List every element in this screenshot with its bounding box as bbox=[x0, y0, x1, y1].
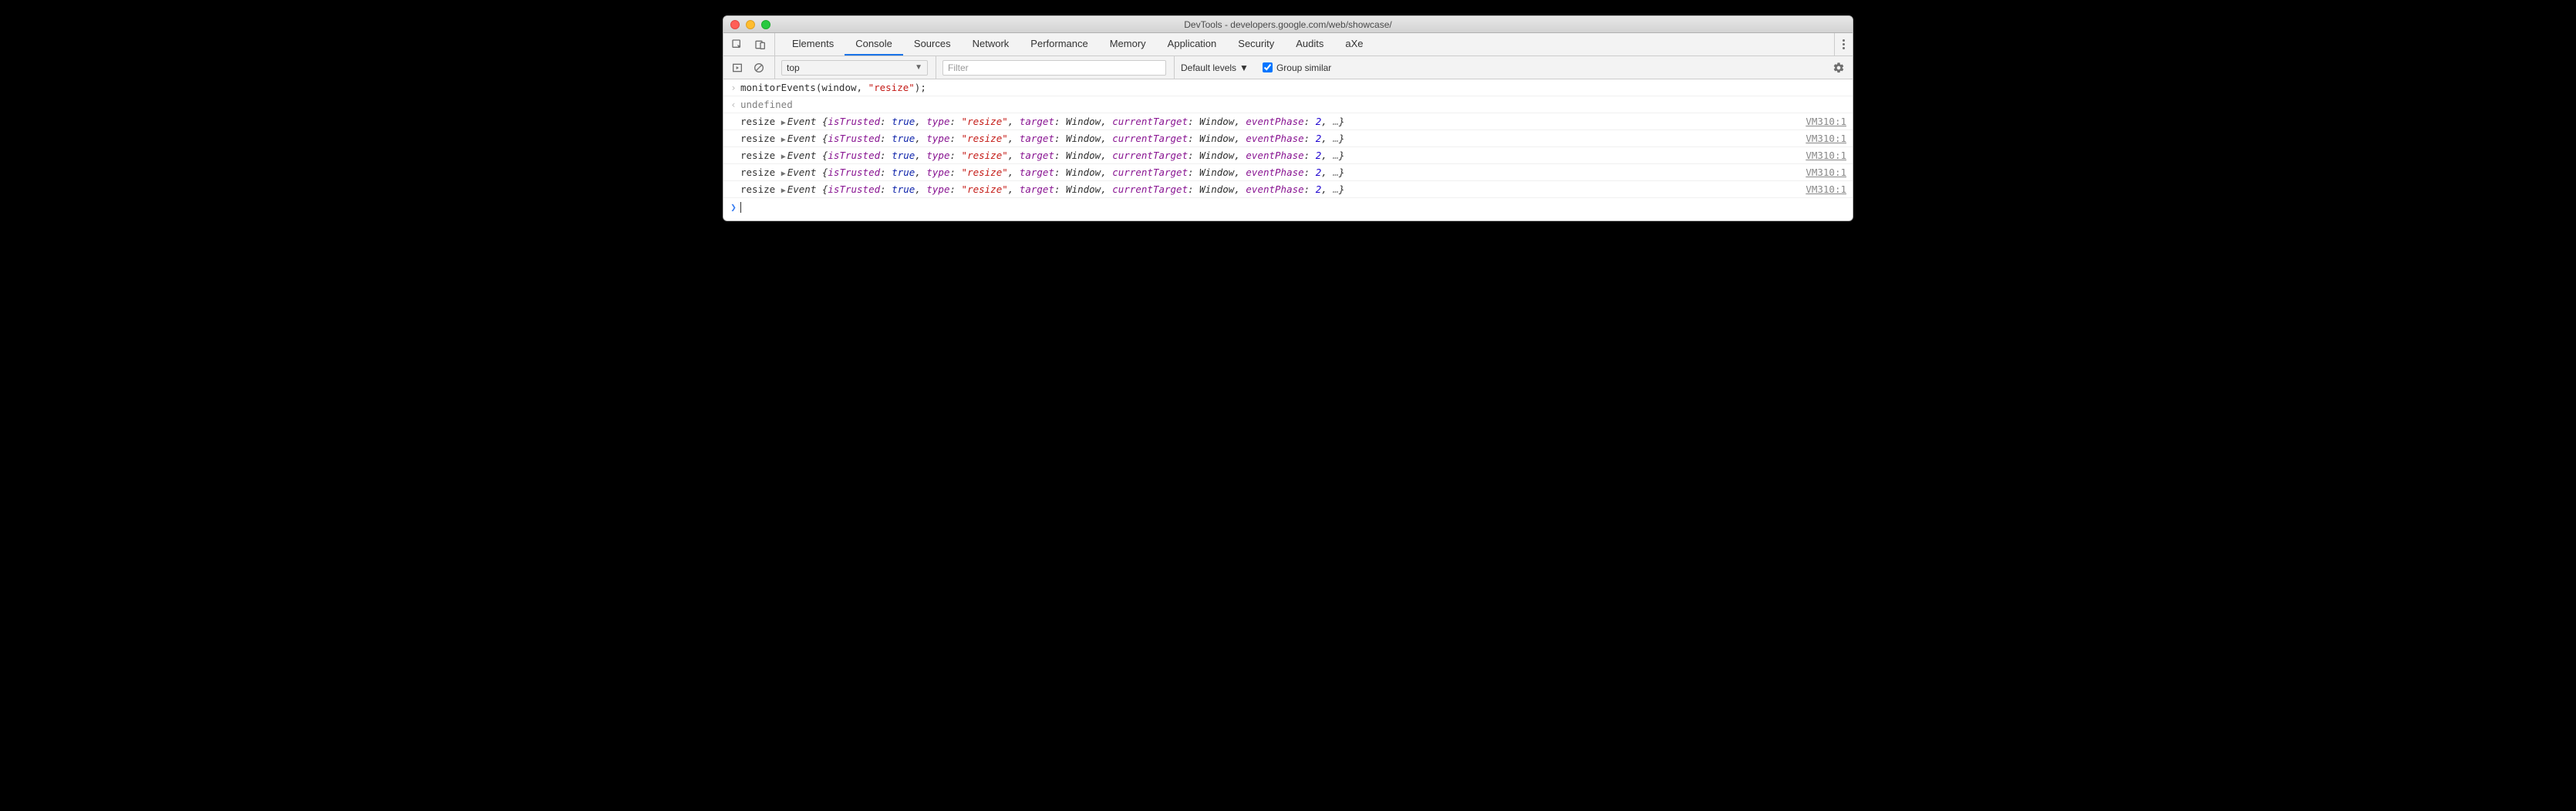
console-settings-icon[interactable] bbox=[1831, 60, 1846, 76]
source-link[interactable]: VM310:1 bbox=[1798, 150, 1846, 161]
tab-security[interactable]: Security bbox=[1227, 33, 1285, 56]
console-return-row: ‹ undefined bbox=[723, 96, 1853, 113]
source-link[interactable]: VM310:1 bbox=[1798, 133, 1846, 144]
input-chevron-icon: › bbox=[727, 82, 740, 93]
console-output: › monitorEvents(window, "resize"); ‹ und… bbox=[723, 79, 1853, 220]
log-content[interactable]: resize ▶Event {isTrusted: true, type: "r… bbox=[740, 133, 1798, 144]
console-log-row: resize ▶Event {isTrusted: true, type: "r… bbox=[723, 130, 1853, 147]
source-link[interactable]: VM310:1 bbox=[1798, 167, 1846, 178]
group-similar-input[interactable] bbox=[1263, 62, 1273, 72]
log-content[interactable]: resize ▶Event {isTrusted: true, type: "r… bbox=[740, 116, 1798, 127]
chevron-down-icon: ▼ bbox=[1239, 62, 1249, 73]
source-link[interactable]: VM310:1 bbox=[1798, 183, 1846, 195]
disclosure-triangle-icon[interactable]: ▶ bbox=[781, 170, 787, 178]
console-log-row: resize ▶Event {isTrusted: true, type: "r… bbox=[723, 147, 1853, 164]
device-toolbar-icon[interactable] bbox=[753, 37, 768, 52]
tabs-right-tools bbox=[1834, 33, 1853, 56]
tab-application[interactable]: Application bbox=[1157, 33, 1228, 56]
group-similar-label: Group similar bbox=[1276, 62, 1331, 73]
tab-memory[interactable]: Memory bbox=[1099, 33, 1157, 56]
return-value: undefined bbox=[740, 99, 793, 110]
output-arrow-icon: ‹ bbox=[727, 99, 740, 110]
console-log-row: resize ▶Event {isTrusted: true, type: "r… bbox=[723, 164, 1853, 181]
window-title: DevTools - developers.google.com/web/sho… bbox=[723, 19, 1853, 30]
more-options-icon[interactable] bbox=[1843, 39, 1845, 49]
window-controls bbox=[730, 20, 770, 29]
console-prompt[interactable]: ❯ bbox=[723, 198, 1853, 220]
devtools-window: DevTools - developers.google.com/web/sho… bbox=[723, 15, 1853, 221]
log-levels-label: Default levels bbox=[1181, 62, 1236, 73]
clear-console-icon[interactable] bbox=[751, 60, 767, 76]
filter-input[interactable] bbox=[942, 60, 1166, 76]
tab-console[interactable]: Console bbox=[845, 33, 903, 56]
inspect-element-icon[interactable] bbox=[730, 37, 745, 52]
execution-context-select[interactable]: top ▼ bbox=[781, 60, 928, 76]
tabs-left-tools bbox=[723, 33, 775, 56]
close-window-button[interactable] bbox=[730, 20, 740, 29]
text-caret bbox=[740, 202, 741, 213]
source-link[interactable]: VM310:1 bbox=[1798, 116, 1846, 127]
chevron-down-icon: ▼ bbox=[915, 63, 922, 72]
tab-performance[interactable]: Performance bbox=[1020, 33, 1098, 56]
minimize-window-button[interactable] bbox=[746, 20, 755, 29]
panel-tabs: ElementsConsoleSourcesNetworkPerformance… bbox=[775, 33, 1834, 56]
tabs-row: ElementsConsoleSourcesNetworkPerformance… bbox=[723, 33, 1853, 56]
console-log-row: resize ▶Event {isTrusted: true, type: "r… bbox=[723, 113, 1853, 130]
tab-elements[interactable]: Elements bbox=[781, 33, 845, 56]
log-levels-select[interactable]: Default levels ▼ bbox=[1181, 62, 1249, 73]
titlebar: DevTools - developers.google.com/web/sho… bbox=[723, 16, 1853, 33]
group-similar-checkbox[interactable]: Group similar bbox=[1263, 62, 1331, 73]
prompt-chevron-icon: ❯ bbox=[727, 201, 740, 213]
log-content[interactable]: resize ▶Event {isTrusted: true, type: "r… bbox=[740, 150, 1798, 161]
tab-network[interactable]: Network bbox=[962, 33, 1020, 56]
disclosure-triangle-icon[interactable]: ▶ bbox=[781, 136, 787, 144]
console-toolbar: top ▼ Default levels ▼ Group similar bbox=[723, 56, 1853, 79]
disclosure-triangle-icon[interactable]: ▶ bbox=[781, 187, 787, 195]
log-content[interactable]: resize ▶Event {isTrusted: true, type: "r… bbox=[740, 183, 1798, 195]
maximize-window-button[interactable] bbox=[761, 20, 770, 29]
console-input-echo: › monitorEvents(window, "resize"); bbox=[723, 79, 1853, 96]
console-log-row: resize ▶Event {isTrusted: true, type: "r… bbox=[723, 181, 1853, 198]
console-input-text: monitorEvents(window, "resize"); bbox=[740, 82, 1846, 93]
execution-context-value: top bbox=[787, 62, 800, 73]
disclosure-triangle-icon[interactable]: ▶ bbox=[781, 119, 787, 127]
tab-audits[interactable]: Audits bbox=[1285, 33, 1334, 56]
disclosure-triangle-icon[interactable]: ▶ bbox=[781, 153, 787, 161]
log-content[interactable]: resize ▶Event {isTrusted: true, type: "r… bbox=[740, 167, 1798, 178]
tab-sources[interactable]: Sources bbox=[903, 33, 962, 56]
tab-axe[interactable]: aXe bbox=[1334, 33, 1374, 56]
toggle-sidebar-icon[interactable] bbox=[730, 60, 745, 76]
